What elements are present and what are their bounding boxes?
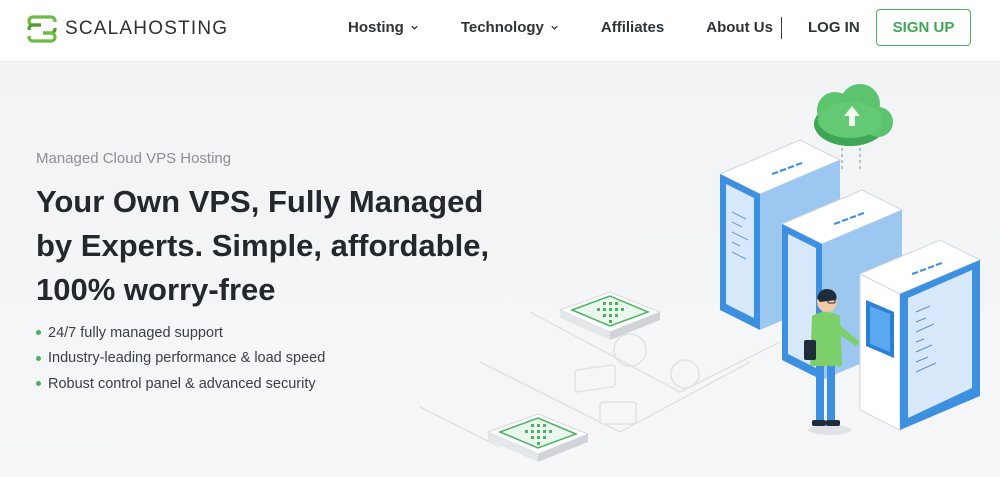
nav-item-technology[interactable]: Technology xyxy=(461,19,559,36)
signup-button[interactable]: SIGN UP xyxy=(876,9,971,46)
cloud-servers-illustration xyxy=(420,84,982,462)
nav-item-affiliates[interactable]: Affiliates xyxy=(601,19,664,36)
bullet-dot-icon xyxy=(36,381,41,387)
nav-item-label: Technology xyxy=(460,19,544,36)
chevron-down-icon xyxy=(411,25,418,30)
nav-item-label: About Us xyxy=(706,19,773,36)
feature-item: Industry-leading performance & load spee… xyxy=(36,346,325,372)
brand-logo[interactable]: SCALAHOSTING xyxy=(27,14,228,44)
brand-name: SCALAHOSTING xyxy=(65,18,229,39)
feature-text: Industry-leading performance & load spee… xyxy=(48,350,326,367)
feature-item: Robust control panel & advanced security xyxy=(36,371,325,397)
server-rack xyxy=(858,239,982,431)
hero-section: Managed Cloud VPS Hosting Your Own VPS, … xyxy=(0,62,1000,477)
chip-icon xyxy=(558,291,662,340)
nav-item-about-us[interactable]: About Us xyxy=(706,19,773,36)
scala-logo-icon xyxy=(27,15,57,43)
main-nav: Hosting Technology Affiliates About Us xyxy=(348,19,773,36)
nav-item-label: Hosting xyxy=(348,19,404,36)
nav-divider xyxy=(781,17,782,39)
bullet-dot-icon xyxy=(36,355,41,361)
site-header: SCALAHOSTING Hosting Technology Affiliat… xyxy=(0,0,1000,62)
bullet-dot-icon xyxy=(36,330,41,336)
feature-item: 24/7 fully managed support xyxy=(36,320,325,346)
chevron-down-icon xyxy=(551,25,558,30)
feature-text: 24/7 fully managed support xyxy=(48,324,223,341)
nav-item-hosting[interactable]: Hosting xyxy=(348,19,419,36)
login-link[interactable]: LOG IN xyxy=(808,19,860,36)
feature-text: Robust control panel & advanced security xyxy=(48,375,316,392)
chip-icon xyxy=(486,413,590,462)
nav-item-label: Affiliates xyxy=(600,19,665,36)
hero-eyebrow: Managed Cloud VPS Hosting xyxy=(36,150,232,167)
hero-feature-list: 24/7 fully managed support Industry-lead… xyxy=(36,320,325,397)
